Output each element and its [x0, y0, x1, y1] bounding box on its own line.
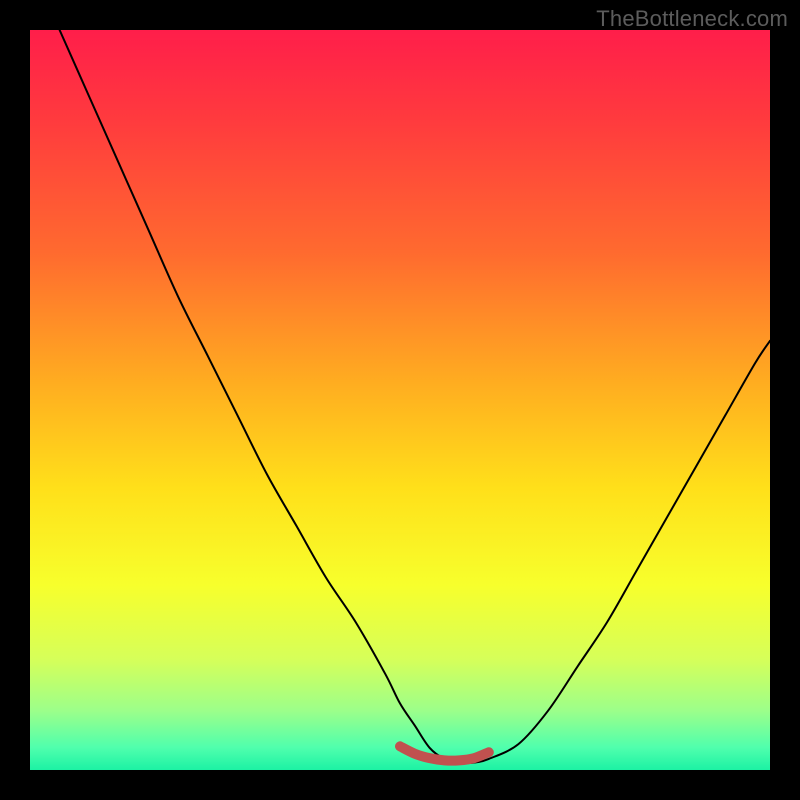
curve-layer	[30, 30, 770, 770]
bottleneck-curve	[60, 30, 770, 763]
watermark-text: TheBottleneck.com	[596, 6, 788, 32]
highlight-segment	[400, 746, 489, 760]
plot-area	[30, 30, 770, 770]
chart-frame: TheBottleneck.com	[0, 0, 800, 800]
